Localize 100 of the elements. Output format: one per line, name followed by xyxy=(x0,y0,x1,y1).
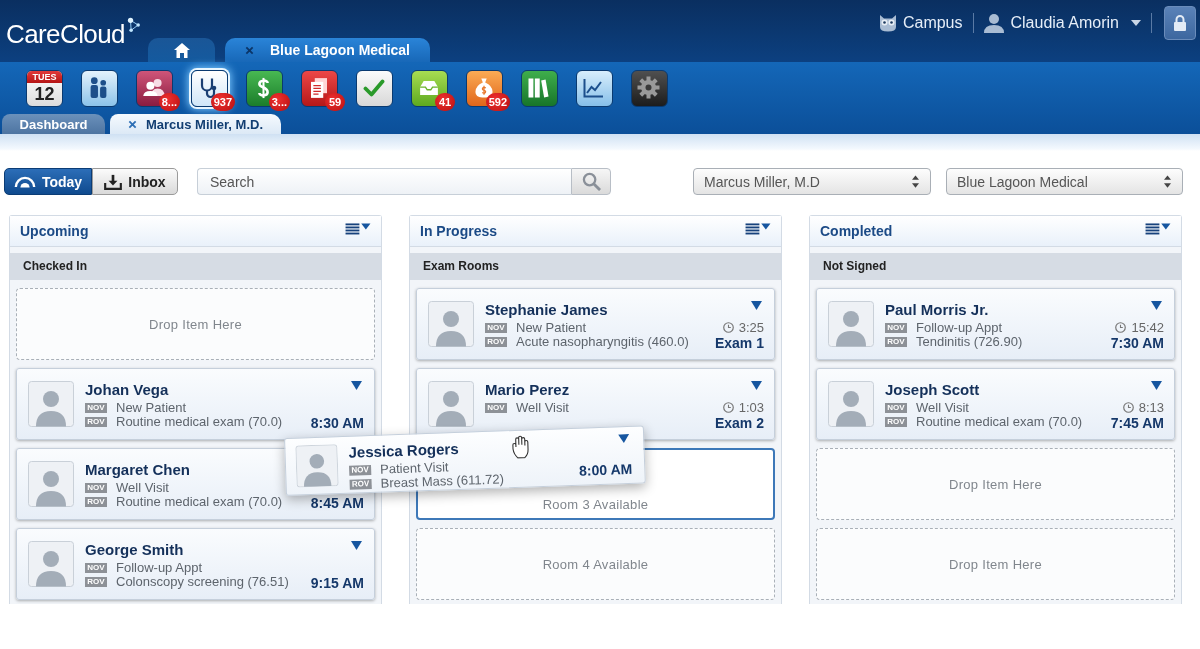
visit-code-tag: ROV xyxy=(885,337,907,347)
visit-code-tag: NOV xyxy=(85,483,107,493)
toolbar-button[interactable] xyxy=(631,70,668,107)
notification-badge: 59 xyxy=(325,93,345,111)
toolbar-button[interactable] xyxy=(521,70,558,107)
visit-code-tag: NOV xyxy=(885,323,907,333)
search-icon xyxy=(581,172,601,191)
exam-room: Exam 2 xyxy=(714,415,764,431)
notification-badge: 41 xyxy=(435,93,455,111)
clock-icon xyxy=(1115,322,1127,333)
close-icon[interactable] xyxy=(127,119,137,129)
practice-tab[interactable]: Blue Lagoon Medical xyxy=(225,38,430,62)
notification-badge: 937 xyxy=(210,93,235,111)
appointment-time: 9:15 AM xyxy=(310,575,364,591)
caret-icon[interactable] xyxy=(751,381,762,390)
close-icon[interactable] xyxy=(245,45,254,55)
avatar-icon xyxy=(828,301,874,347)
workspace-tab[interactable]: Marcus Miller, M.D. xyxy=(110,114,281,134)
visit-code-tag: NOV xyxy=(885,403,907,413)
clock-icon xyxy=(722,322,734,333)
section-header: Not Signed xyxy=(810,253,1181,280)
user-menu-button[interactable]: Claudia Amorin xyxy=(1010,14,1141,32)
drop-zone: Drop Item Here xyxy=(816,528,1175,600)
stethoscope-icon xyxy=(200,76,217,99)
calendar-button[interactable]: TUES 12 xyxy=(26,70,63,107)
visit-duration: 3:25 xyxy=(738,320,764,335)
appointment-card[interactable]: Stephanie James NOV New Patient ROV Acute nasopharyngitis (460.0) 3:25 Exam 1 xyxy=(416,288,775,360)
home-icon xyxy=(173,42,190,58)
lock-button[interactable] xyxy=(1164,6,1196,40)
search-button[interactable] xyxy=(571,168,611,195)
campus-link[interactable]: Campus xyxy=(902,14,963,32)
appointment-time: 7:30 AM xyxy=(1110,335,1164,351)
avatar-icon xyxy=(28,381,74,427)
download-tray-icon xyxy=(104,173,123,190)
avatar-icon xyxy=(28,541,74,587)
column-title: Upcoming xyxy=(20,223,89,239)
appointment-time: 8:00 AM xyxy=(578,460,633,479)
logo-wordmark: CareCloud xyxy=(6,19,125,49)
visit-code-tag: NOV xyxy=(85,563,107,573)
avatar-icon xyxy=(28,461,74,507)
visit-code-tag: NOV xyxy=(349,465,372,476)
updown-arrows-icon xyxy=(912,175,919,188)
updown-arrows-icon xyxy=(1164,175,1171,188)
appointment-time: 7:45 AM xyxy=(1110,415,1164,431)
toolbar-button[interactable] xyxy=(576,70,613,107)
visit-reason: Routine medical exam (70.0) xyxy=(116,495,283,509)
visit-reason: Follow-up Appt xyxy=(916,321,1002,335)
list-menu-icon[interactable] xyxy=(1145,223,1171,235)
workspace-tab[interactable]: Dashboard xyxy=(2,114,105,134)
appointment-time: 8:45 AM xyxy=(310,495,364,511)
caret-icon[interactable] xyxy=(618,433,630,444)
visit-code-tag: ROV xyxy=(85,497,107,507)
sun-icon xyxy=(13,175,36,188)
view-toggle-button[interactable]: Inbox xyxy=(92,168,178,195)
appointment-card[interactable]: Mario Perez NOV Well Visit 1:03 Exam 2 xyxy=(416,368,775,440)
visit-reason: New Patient xyxy=(516,321,587,335)
visit-reason: Follow-up Appt xyxy=(116,561,202,575)
patient-name: George Smith xyxy=(85,541,184,558)
list-menu-icon[interactable] xyxy=(345,223,371,235)
patient-name: Joseph Scott xyxy=(885,381,980,398)
patient-name: Margaret Chen xyxy=(85,461,191,478)
visit-code-tag: ROV xyxy=(349,478,372,490)
caret-icon xyxy=(1131,20,1141,26)
filter-dropdown[interactable]: Marcus Miller, M.D xyxy=(693,168,931,195)
home-tab[interactable] xyxy=(148,38,215,62)
caret-icon[interactable] xyxy=(351,541,362,550)
view-toggle-button[interactable]: Today xyxy=(4,168,92,195)
notification-badge: 592 xyxy=(485,93,510,111)
toolbar-button[interactable] xyxy=(81,70,118,107)
avatar-icon xyxy=(295,444,339,488)
caret-icon[interactable] xyxy=(751,301,762,310)
visit-code-tag: ROV xyxy=(85,417,107,427)
exam-room: Exam 1 xyxy=(714,335,764,351)
toolbar-button[interactable] xyxy=(356,70,393,107)
list-menu-icon[interactable] xyxy=(745,223,771,235)
settings-icon xyxy=(637,76,660,99)
search-field[interactable]: Search xyxy=(197,168,571,195)
inbox-tray-icon xyxy=(418,79,439,96)
money-bag-icon xyxy=(474,77,493,98)
caret-icon[interactable] xyxy=(351,381,362,390)
avatar-icon xyxy=(428,381,474,427)
appointment-card[interactable]: Joseph Scott NOV Well Visit ROV Routine medical exam (70.0) 8:13 7:45 AM xyxy=(816,368,1175,440)
appointment-card[interactable]: Paul Morris Jr. NOV Follow-up Appt ROV Tendinitis (726.90) 15:42 7:30 AM xyxy=(816,288,1175,360)
caret-icon[interactable] xyxy=(1151,301,1162,310)
visit-code-tag: NOV xyxy=(485,323,507,333)
books-icon xyxy=(528,77,549,98)
lock-icon xyxy=(1173,15,1187,31)
appointment-card[interactable]: George Smith NOV Follow-up Appt ROV Colonscopy screening (76.51) 9:15 AM xyxy=(16,528,375,600)
caret-icon[interactable] xyxy=(1151,381,1162,390)
drop-zone: Drop Item Here xyxy=(816,448,1175,520)
visit-reason: Colonscopy screening (76.51) xyxy=(116,575,289,589)
section-header: Checked In xyxy=(10,253,381,280)
filter-dropdown[interactable]: Blue Lagoon Medical xyxy=(946,168,1183,195)
visit-reason: Well Visit xyxy=(116,481,169,495)
patient-name: Mario Perez xyxy=(485,381,570,398)
owl-icon xyxy=(878,14,897,32)
group-icon xyxy=(142,79,165,96)
drop-zone: Room 4 Available xyxy=(416,528,775,600)
clock-icon xyxy=(722,402,734,413)
appointment-card[interactable]: Johan Vega NOV New Patient ROV Routine medical exam (70.0) 8:30 AM xyxy=(16,368,375,440)
